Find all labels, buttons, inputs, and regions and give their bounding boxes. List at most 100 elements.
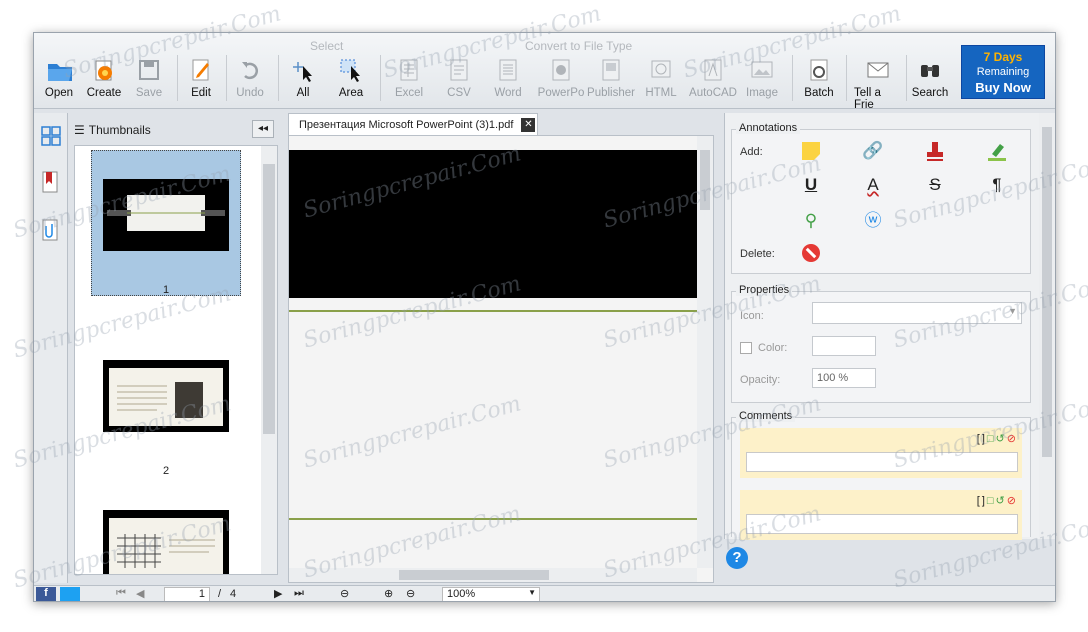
thumbnail-page-1[interactable]: 1 <box>91 150 241 296</box>
create-label: Create <box>86 87 122 99</box>
publisher-label: Publisher <box>587 87 635 99</box>
document-hscroll-thumb[interactable] <box>399 570 549 580</box>
comment-input[interactable] <box>746 452 1018 472</box>
mail-icon <box>865 57 891 83</box>
select-area-button[interactable]: Area <box>336 57 366 105</box>
color-checkbox[interactable] <box>740 342 752 354</box>
comment-input[interactable] <box>746 514 1018 534</box>
properties-box: Properties Icon: ▼ Color: Opacity: 100 % <box>731 284 1031 403</box>
next-page-icon[interactable]: ▶ <box>274 587 282 600</box>
thumbnail-image <box>103 510 229 574</box>
opacity-stepper[interactable]: 100 % <box>812 368 876 388</box>
color-field[interactable] <box>812 336 876 356</box>
select-all-button[interactable]: All <box>288 57 318 105</box>
first-page-icon[interactable]: ⏮ <box>116 587 126 600</box>
toolbar-separator <box>792 55 793 101</box>
zoom-out-icon[interactable]: ⊖ <box>406 587 415 600</box>
fit-page-icon[interactable]: ⊖ <box>340 587 349 600</box>
page-number-field[interactable]: 1 <box>164 587 210 601</box>
all-label: All <box>296 87 310 99</box>
document-hscrollbar[interactable] <box>289 568 697 582</box>
stamp-icon[interactable] <box>924 140 946 162</box>
thumbnail-page-2[interactable]: 2 <box>91 360 241 480</box>
comment-item[interactable]: []□↺⊘ <box>740 428 1022 478</box>
buy-now-button[interactable]: 7 Days Remaining Buy Now <box>961 45 1045 99</box>
excel-button[interactable]: Excel <box>392 57 426 105</box>
watermark-icon[interactable]: ⓦ <box>862 210 884 232</box>
autocad-icon <box>700 57 726 83</box>
twitter-icon[interactable] <box>60 587 80 601</box>
trial-remaining-label: Remaining <box>976 66 1030 78</box>
document-vscrollbar[interactable] <box>697 136 713 568</box>
thumbnails-grid-icon[interactable] <box>40 125 62 147</box>
close-tab-icon[interactable]: ✕ <box>521 117 536 132</box>
thumbnail-page-number: 2 <box>162 465 170 477</box>
save-label: Save <box>135 87 163 99</box>
link-icon[interactable]: 🔗 <box>862 140 884 162</box>
search-button[interactable]: Search <box>912 57 948 105</box>
app-window: Select Convert to File Type Open Create … <box>33 32 1056 602</box>
thumbnails-scroll-thumb[interactable] <box>263 164 275 434</box>
attachment-panel-icon[interactable] <box>40 219 62 241</box>
prev-page-icon[interactable]: ◀ <box>136 587 144 600</box>
side-icon-strip <box>34 113 68 583</box>
create-button[interactable]: Create <box>86 57 122 105</box>
batch-button[interactable]: Batch <box>802 57 836 105</box>
opacity-label: Opacity: <box>740 374 781 386</box>
open-label: Open <box>44 87 74 99</box>
squiggly-icon[interactable]: A <box>862 174 884 196</box>
attachment-icon[interactable]: ⚲ <box>800 210 822 232</box>
sticky-note-icon[interactable] <box>800 140 822 162</box>
zoom-in-icon[interactable]: ⊕ <box>384 587 393 600</box>
powerpoint-button[interactable]: PowerPo <box>538 57 584 105</box>
collapse-panel-button[interactable]: ◂◂ <box>252 120 274 138</box>
open-button[interactable]: Open <box>42 57 76 105</box>
folder-open-icon <box>46 57 72 83</box>
delete-annotation-icon[interactable] <box>800 242 822 264</box>
csv-button[interactable]: CSV <box>444 57 474 105</box>
last-page-icon[interactable]: ⏭ <box>294 587 304 600</box>
toolbar-separator <box>226 55 227 101</box>
comments-title: Comments <box>736 410 796 422</box>
save-button[interactable]: Save <box>134 57 164 105</box>
undo-button[interactable]: Undo <box>234 57 266 105</box>
right-panel-scrollbar[interactable] <box>1039 113 1055 539</box>
zoom-select[interactable]: 100% ▼ <box>442 587 540 601</box>
autocad-button[interactable]: AutoCAD <box>689 57 737 105</box>
thumbnail-page-3[interactable] <box>91 510 241 574</box>
thumbnail-page-number: 1 <box>162 284 170 296</box>
thumbnails-scrollbar[interactable] <box>261 146 277 574</box>
note-callout-icon[interactable]: ¶ <box>986 174 1008 196</box>
word-button[interactable]: Word <box>492 57 524 105</box>
thumbnail-image <box>103 360 229 432</box>
bookmark-icon[interactable] <box>40 171 62 193</box>
toolbar-separator <box>846 55 847 101</box>
word-icon <box>495 57 521 83</box>
html-button[interactable]: HTML <box>644 57 678 105</box>
delete-label: Delete: <box>740 248 775 260</box>
edit-button[interactable]: Edit <box>186 57 216 105</box>
image-button[interactable]: Image <box>744 57 780 105</box>
strikethrough-icon[interactable]: S <box>924 174 946 196</box>
comment-actions[interactable]: []□↺⊘ <box>977 432 1018 445</box>
comment-item[interactable]: []□↺⊘ <box>740 490 1022 540</box>
right-panel-scroll-thumb[interactable] <box>1042 127 1052 457</box>
comment-actions[interactable]: []□↺⊘ <box>977 494 1018 507</box>
create-new-icon <box>91 57 117 83</box>
html-label: HTML <box>645 87 677 99</box>
icon-select[interactable]: ▼ <box>812 302 1022 324</box>
publisher-button[interactable]: Publisher <box>587 57 635 105</box>
document-tab[interactable]: Презентация Microsoft PowerPoint (3)1.pd… <box>288 113 538 135</box>
page-separator: / <box>218 588 222 600</box>
highlight-icon[interactable] <box>986 140 1008 162</box>
thumbnail-image <box>103 179 229 251</box>
tell-a-friend-button[interactable]: Tell a Frie <box>854 57 902 111</box>
document-scroll-thumb[interactable] <box>700 150 710 210</box>
icon-label: Icon: <box>740 310 764 322</box>
excel-label: Excel <box>394 87 424 99</box>
facebook-icon[interactable]: f <box>36 587 56 601</box>
undo-icon <box>237 57 263 83</box>
toolbar-separator <box>278 55 279 101</box>
help-icon[interactable]: ? <box>726 547 748 569</box>
underline-icon[interactable]: U <box>800 174 822 196</box>
